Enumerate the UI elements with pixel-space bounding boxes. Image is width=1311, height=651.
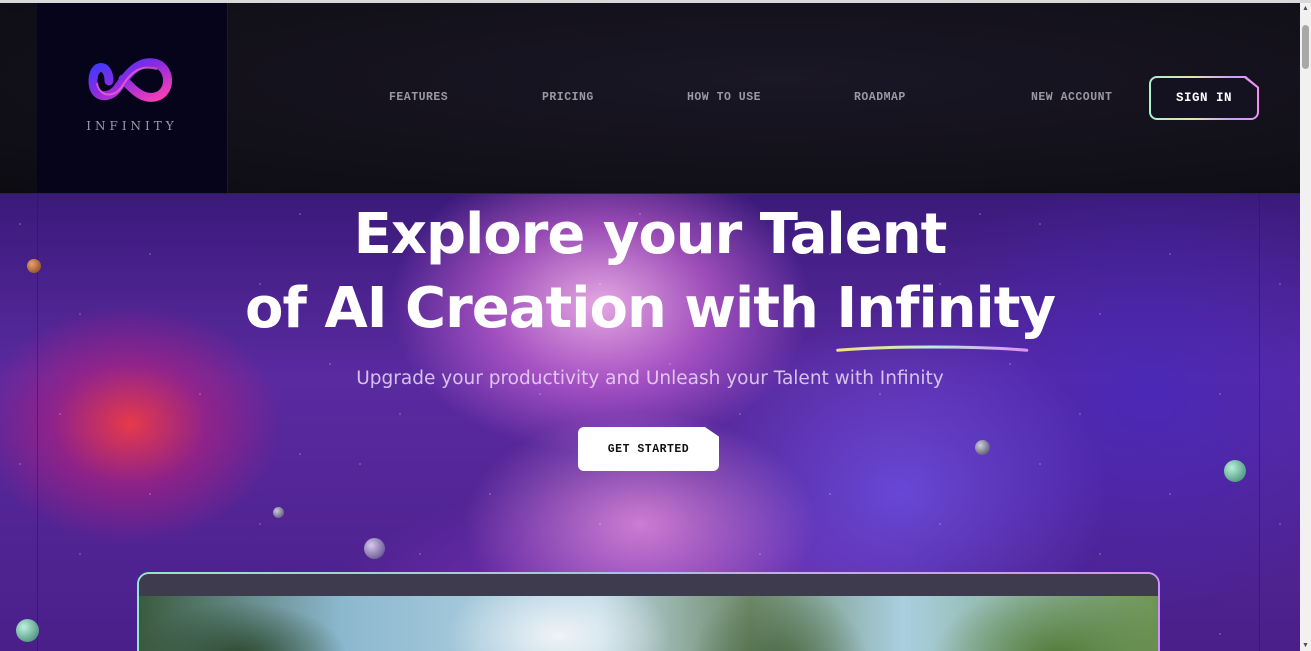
nav-link-how-to-use[interactable]: HOW TO USE: [687, 91, 761, 104]
nav-link-new-account[interactable]: NEW ACCOUNT: [1031, 91, 1112, 104]
hero-title-line-2: of AI Creation with Infinity: [0, 272, 1300, 352]
planet-decoration: [975, 440, 990, 455]
app-preview-window: [139, 574, 1158, 651]
highlight-underline-decoration: [836, 345, 1029, 352]
get-started-button[interactable]: GET STARTED: [578, 427, 719, 471]
planet-decoration: [364, 538, 385, 559]
page-scrollbar[interactable]: ▲ ▼: [1300, 3, 1311, 651]
sign-in-button[interactable]: SIGN IN: [1149, 76, 1259, 120]
planet-decoration: [16, 619, 39, 642]
scrollbar-thumb[interactable]: [1302, 25, 1309, 69]
planet-decoration: [273, 507, 284, 518]
scroll-up-arrow-icon[interactable]: ▲: [1301, 5, 1310, 12]
hero-title-highlight-text: Infinity: [836, 276, 1056, 341]
app-preview-frame: [137, 572, 1160, 651]
scroll-down-arrow-icon[interactable]: ▼: [1301, 642, 1310, 649]
hero-section: Explore your Talent of AI Creation with …: [0, 194, 1300, 651]
hero-subtitle: Upgrade your productivity and Unleash yo…: [356, 368, 944, 389]
app-preview-landscape-image: [139, 596, 1158, 651]
hero-title-line-1: Explore your Talent: [353, 202, 948, 267]
page-viewport: INFINITY FEATURES PRICING HOW TO USE ROA…: [0, 3, 1300, 651]
hero-title: Explore your Talent of AI Creation with …: [0, 198, 1300, 352]
nav-link-features[interactable]: FEATURES: [389, 91, 448, 104]
hero-title-line-2-prefix: of AI Creation with: [245, 276, 837, 341]
planet-decoration: [1224, 460, 1246, 482]
hero-title-highlight: Infinity: [836, 272, 1056, 352]
nav-link-roadmap[interactable]: ROADMAP: [854, 91, 906, 104]
brand-logo-link[interactable]: INFINITY: [37, 3, 228, 193]
nav-link-pricing[interactable]: PRICING: [542, 91, 594, 104]
infinity-logo-icon: [88, 58, 172, 102]
sign-in-label: SIGN IN: [1151, 78, 1257, 118]
site-header: INFINITY FEATURES PRICING HOW TO USE ROA…: [0, 3, 1300, 194]
brand-name: INFINITY: [86, 119, 178, 133]
app-preview-titlebar: [139, 574, 1158, 596]
